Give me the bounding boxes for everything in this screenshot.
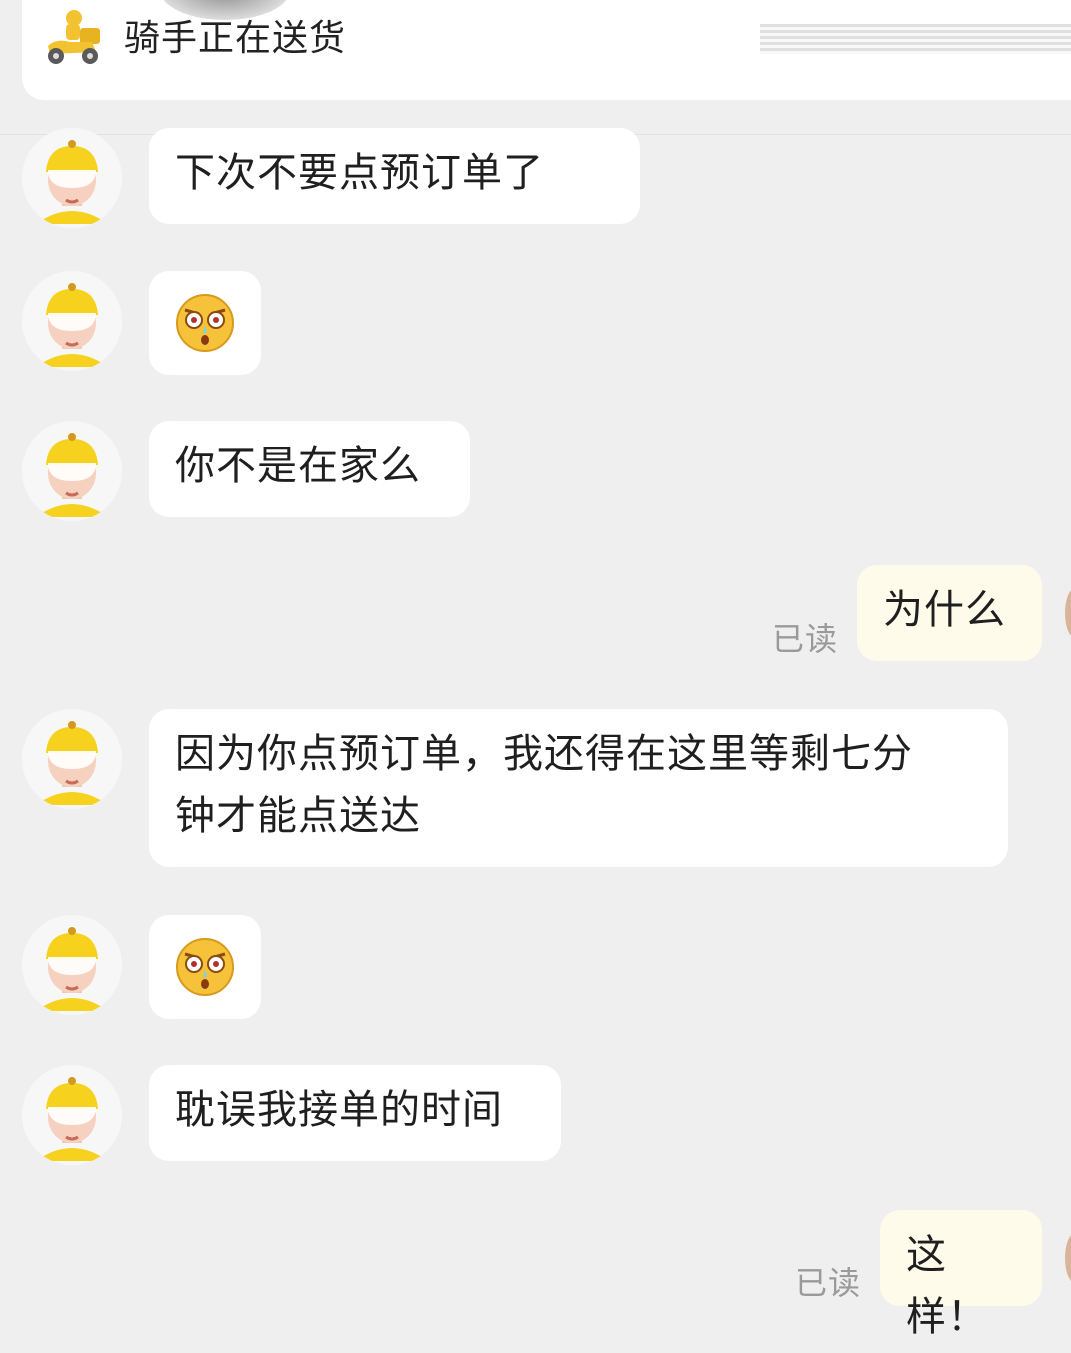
user-avatar[interactable] (1065, 588, 1071, 638)
read-receipt: 已读 (772, 620, 839, 658)
rider-avatar-icon (36, 283, 108, 367)
shocked-face-emoji (176, 294, 234, 352)
message-bubble-user[interactable]: 为什么 (857, 565, 1042, 661)
rider-avatar[interactable] (22, 128, 122, 228)
blurred-info (760, 24, 1071, 54)
rider-avatar[interactable] (22, 915, 122, 1015)
emoji-bubble-rider[interactable] (149, 271, 261, 375)
rider-avatar-icon (36, 433, 108, 517)
rider-avatar-icon (36, 140, 108, 224)
rider-avatar-icon (36, 1077, 108, 1161)
delivery-scooter-icon (48, 10, 100, 64)
shocked-face-emoji (176, 938, 234, 996)
message-bubble-rider[interactable]: 因为你点预订单，我还得在这里等剩七分 钟才能点送达 (149, 709, 1008, 867)
rider-avatar-icon (36, 927, 108, 1011)
read-receipt: 已读 (795, 1264, 862, 1302)
message-bubble-user[interactable]: 这样！ (880, 1210, 1042, 1340)
message-text: 这样！ (906, 1232, 988, 1340)
message-text: 耽误我接单的时间 (175, 1087, 503, 1133)
user-avatar[interactable] (1065, 1233, 1071, 1283)
message-text: 你不是在家么 (175, 443, 421, 489)
status-text: 骑手正在送货 (124, 18, 347, 59)
message-text: 钟才能点送达 (175, 793, 421, 839)
message-text: 因为你点预订单，我还得在这里等剩七分 (175, 731, 913, 777)
rider-avatar-icon (36, 721, 108, 805)
emoji-bubble-rider[interactable] (149, 915, 261, 1019)
message-text: 为什么 (883, 587, 1006, 633)
rider-avatar[interactable] (22, 1065, 122, 1165)
rider-avatar[interactable] (22, 421, 122, 521)
message-bubble-rider[interactable]: 耽误我接单的时间 (149, 1065, 561, 1161)
message-bubble-rider[interactable]: 下次不要点预订单了 (149, 128, 640, 224)
message-text: 下次不要点预订单了 (175, 150, 544, 196)
rider-avatar[interactable] (22, 709, 122, 809)
rider-avatar[interactable] (22, 271, 122, 371)
message-bubble-rider[interactable]: 你不是在家么 (149, 421, 470, 517)
